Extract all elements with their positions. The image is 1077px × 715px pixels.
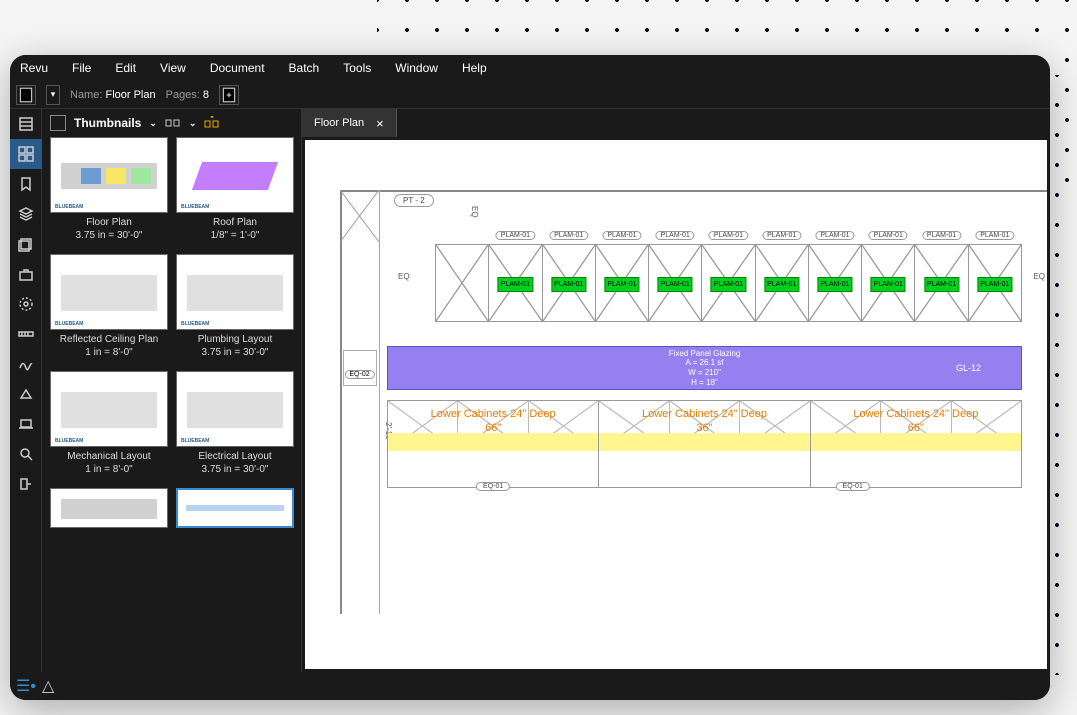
pages-value: 8 — [203, 89, 209, 101]
measurements-icon[interactable] — [10, 319, 42, 349]
menu-view[interactable]: View — [160, 61, 186, 75]
split-icon[interactable] — [165, 117, 181, 129]
attachments-icon[interactable] — [10, 229, 42, 259]
file-access-icon[interactable] — [10, 109, 42, 139]
name-value: Floor Plan — [105, 89, 155, 101]
tab-label: Floor Plan — [314, 117, 364, 129]
tab-floor-plan[interactable]: Floor Plan × — [302, 109, 397, 137]
menu-document[interactable]: Document — [210, 61, 265, 75]
search-icon[interactable] — [10, 439, 42, 469]
thumbnail-reflected-ceiling[interactable]: BLUEBEAM Reflected Ceiling Plan1 in = 8'… — [50, 254, 168, 359]
thumbnails-header: Thumbnails ⌄ ⌄ * — [42, 109, 301, 137]
info-bar: ▾ Name: Floor Plan Pages: 8 — [10, 81, 1050, 109]
thumbnails-icon[interactable] — [10, 139, 42, 169]
thumbnails-title: Thumbnails — [74, 116, 141, 130]
sets-icon[interactable] — [10, 469, 42, 499]
thumbnails-grid[interactable]: BLUEBEAM Floor Plan3.75 in = 30'-0" BLUE… — [42, 137, 301, 700]
svg-text:*: * — [211, 116, 215, 123]
eq-label-right: EQ — [1033, 272, 1045, 281]
eq-label: EQ — [470, 206, 479, 218]
viewport: Floor Plan × EQ-02 PT - 2 EQ EQ EQ — [302, 109, 1050, 700]
laptop-icon[interactable] — [10, 409, 42, 439]
left-icon-strip — [10, 109, 42, 700]
tab-bar: Floor Plan × — [302, 109, 1050, 137]
list-icon[interactable]: ☰• — [16, 676, 36, 696]
document-icon[interactable] — [16, 85, 36, 105]
menu-batch[interactable]: Batch — [289, 61, 320, 75]
thumbnail-8[interactable] — [176, 488, 294, 528]
new-page-icon[interactable] — [219, 85, 239, 105]
eq-label-left: EQ — [398, 272, 410, 281]
layers-icon[interactable] — [10, 199, 42, 229]
thumbnails-dropdown-icon[interactable]: ⌄ — [149, 118, 157, 129]
panel-icon[interactable] — [50, 115, 66, 131]
settings-icon[interactable] — [10, 289, 42, 319]
triangle-icon[interactable]: △ — [42, 676, 54, 696]
thumbnail-roof-plan[interactable]: BLUEBEAM Roof Plan1/8" = 1'-0" — [176, 137, 294, 242]
menu-tools[interactable]: Tools — [343, 61, 371, 75]
thumbnail-floor-plan[interactable]: BLUEBEAM Floor Plan3.75 in = 30'-0" — [50, 137, 168, 242]
shapes-icon[interactable] — [10, 379, 42, 409]
pages-label: Pages: — [166, 89, 200, 101]
menu-bar: Revu File Edit View Document Batch Tools… — [10, 55, 1050, 81]
split-dropdown-icon[interactable]: ⌄ — [189, 118, 197, 129]
thumbnail-electrical[interactable]: BLUEBEAM Electrical Layout3.75 in = 30'-… — [176, 371, 294, 476]
thumbnail-7[interactable] — [50, 488, 168, 528]
menu-help[interactable]: Help — [462, 61, 487, 75]
document-dropdown-icon[interactable]: ▾ — [46, 85, 60, 105]
bottom-bar: ☰• △ — [10, 672, 1050, 700]
signatures-icon[interactable] — [10, 349, 42, 379]
glazing-markup[interactable]: Fixed Panel GlazingA = 26.1 sfW = 210"H … — [387, 346, 1022, 390]
bookmarks-icon[interactable] — [10, 169, 42, 199]
app-window: Revu File Edit View Document Batch Tools… — [10, 55, 1050, 700]
thumbnail-plumbing[interactable]: BLUEBEAM Plumbing Layout3.75 in = 30'-0" — [176, 254, 294, 359]
pt2-tag: PT - 2 — [394, 194, 434, 207]
menu-file[interactable]: File — [72, 61, 91, 75]
eq02-tag: EQ-02 — [344, 370, 374, 379]
menu-revu[interactable]: Revu — [20, 61, 48, 75]
star-split-icon[interactable]: * — [204, 116, 220, 130]
canvas[interactable]: EQ-02 PT - 2 EQ EQ EQ PLAM-01PLAM-01 PLA… — [305, 140, 1047, 669]
tab-close-icon[interactable]: × — [376, 116, 384, 131]
menu-edit[interactable]: Edit — [115, 61, 136, 75]
thumbnail-mechanical[interactable]: BLUEBEAM Mechanical Layout1 in = 8'-0" — [50, 371, 168, 476]
name-label: Name: — [70, 89, 102, 101]
thumbnails-panel: Thumbnails ⌄ ⌄ * BLUEBEAM Floor Plan3.75… — [42, 109, 302, 700]
toolbox-icon[interactable] — [10, 259, 42, 289]
cabinet-row: Lower Cabinets 24" Deep66" EQ-01 Lower C… — [387, 400, 1022, 488]
plam-row: PLAM-01PLAM-01 PLAM-01PLAM-01 PLAM-01PLA… — [435, 244, 1022, 322]
menu-window[interactable]: Window — [395, 61, 438, 75]
